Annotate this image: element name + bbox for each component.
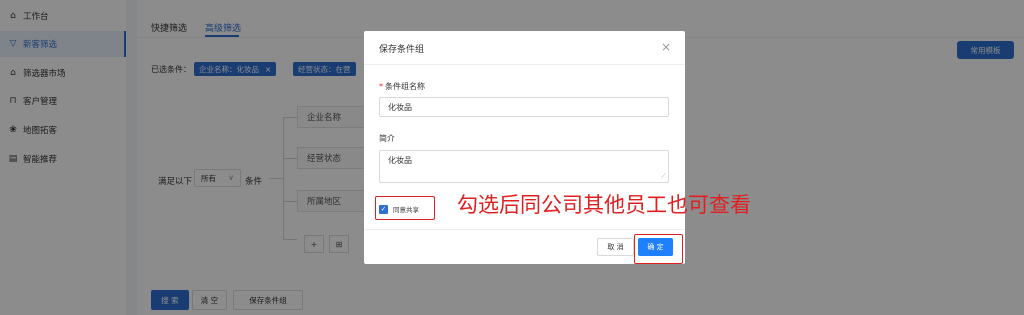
group-name-label-text: 条件组名称 — [385, 82, 425, 91]
dialog-footer-divider — [364, 229, 685, 230]
annotation-box-ok — [634, 234, 683, 264]
group-name-input[interactable]: 化妆品 — [379, 97, 669, 117]
required-mark: * — [379, 82, 383, 91]
description-value: 化妆品 — [388, 156, 412, 165]
dialog-header-divider — [364, 64, 685, 65]
cancel-button[interactable]: 取 消 — [597, 238, 634, 256]
description-label: 简介 — [379, 134, 395, 143]
annotation-box-share — [375, 196, 435, 220]
resize-handle-icon[interactable]: ⟋ — [661, 172, 666, 181]
annotation-text: 勾选后同公司其他员工也可查看 — [457, 193, 751, 217]
description-textarea[interactable]: 化妆品 ⟋ — [379, 150, 669, 183]
group-name-label: * 条件组名称 — [379, 81, 425, 92]
save-condition-group-dialog: 保存条件组 × * 条件组名称 化妆品 简介 化妆品 ⟋ ✓ 同意共享 取 消 确… — [364, 31, 685, 264]
dialog-title: 保存条件组 — [379, 45, 425, 55]
close-icon[interactable]: × — [661, 40, 671, 54]
